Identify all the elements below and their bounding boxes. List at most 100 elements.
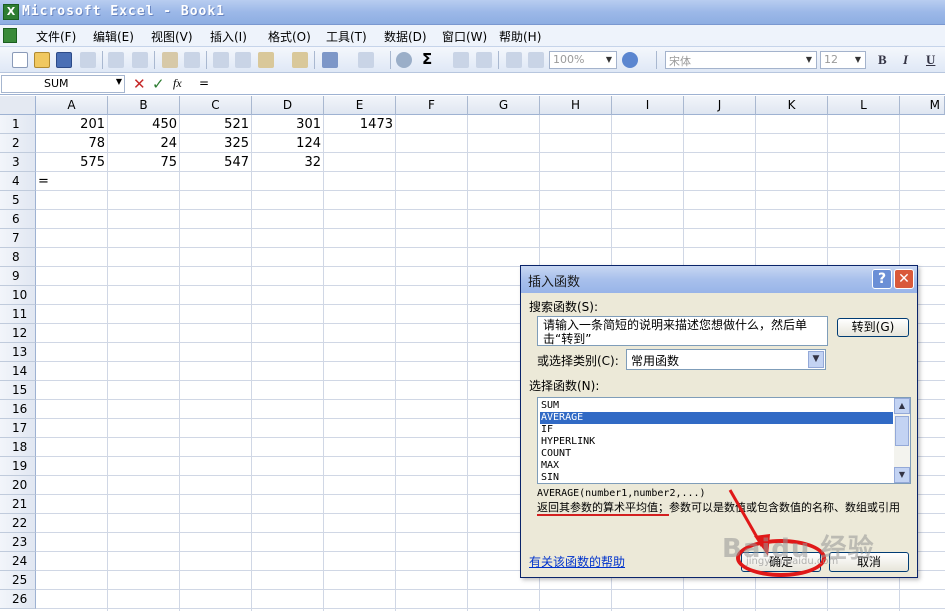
cell-a4[interactable]: = xyxy=(36,172,108,191)
column-header[interactable]: H xyxy=(540,96,612,115)
row-header[interactable]: 25 xyxy=(0,571,36,590)
menu-file[interactable]: 文件(F) xyxy=(36,28,76,45)
row-header[interactable]: 24 xyxy=(0,552,36,571)
row-header[interactable]: 8 xyxy=(0,248,36,267)
italic-button[interactable]: I xyxy=(903,52,908,68)
row-header[interactable]: 9 xyxy=(0,267,36,286)
column-header[interactable]: I xyxy=(612,96,684,115)
spelling-icon[interactable] xyxy=(162,52,178,68)
enter-icon[interactable]: ✓ xyxy=(152,75,165,93)
cut-icon[interactable] xyxy=(213,52,229,68)
scroll-down-icon[interactable]: ▼ xyxy=(894,467,910,483)
font-size-select[interactable]: 12 ▼ xyxy=(820,51,866,69)
cell-a2[interactable]: 78 xyxy=(36,134,108,153)
workbook-icon[interactable] xyxy=(3,28,17,43)
list-item[interactable]: SUM xyxy=(541,400,559,412)
row-header[interactable]: 19 xyxy=(0,457,36,476)
undo-icon[interactable] xyxy=(322,52,338,68)
row-header[interactable]: 7 xyxy=(0,229,36,248)
list-item[interactable]: IF xyxy=(541,424,553,436)
go-button[interactable]: 转到(G) xyxy=(837,318,909,337)
row-header[interactable]: 10 xyxy=(0,286,36,305)
column-header[interactable]: L xyxy=(828,96,900,115)
menu-format[interactable]: 格式(O) xyxy=(268,28,311,45)
row-header[interactable]: 23 xyxy=(0,533,36,552)
row-header[interactable]: 11 xyxy=(0,305,36,324)
menu-window[interactable]: 窗口(W) xyxy=(442,28,487,45)
save-icon[interactable] xyxy=(56,52,72,68)
cancel-icon[interactable]: ✕ xyxy=(133,75,146,93)
cell-c3[interactable]: 547 xyxy=(180,153,252,172)
autosum-icon[interactable]: Σ xyxy=(422,50,438,68)
list-item[interactable]: SIN xyxy=(541,472,559,484)
open-icon[interactable] xyxy=(34,52,50,68)
list-scrollbar[interactable]: ▲ ▼ xyxy=(894,398,910,483)
row-header[interactable]: 3 xyxy=(0,153,36,172)
cell-b2[interactable]: 24 xyxy=(108,134,180,153)
list-item[interactable]: MAX xyxy=(541,460,559,472)
cell-d1[interactable]: 301 xyxy=(252,115,324,134)
row-header[interactable]: 18 xyxy=(0,438,36,457)
row-header[interactable]: 16 xyxy=(0,400,36,419)
row-header[interactable]: 4 xyxy=(0,172,36,191)
cell-b3[interactable]: 75 xyxy=(108,153,180,172)
column-header[interactable]: A xyxy=(36,96,108,115)
menu-data[interactable]: 数据(D) xyxy=(384,28,427,45)
underline-button[interactable]: U xyxy=(926,52,935,68)
list-item-selected[interactable]: AVERAGE xyxy=(540,412,893,424)
cell-a3[interactable]: 575 xyxy=(36,153,108,172)
menu-view[interactable]: 视图(V) xyxy=(151,28,193,45)
list-item[interactable]: COUNT xyxy=(541,448,571,460)
row-header[interactable]: 22 xyxy=(0,514,36,533)
row-header[interactable]: 20 xyxy=(0,476,36,495)
sort-descending-icon[interactable] xyxy=(476,52,492,68)
column-header[interactable]: K xyxy=(756,96,828,115)
menu-insert[interactable]: 插入(I) xyxy=(210,28,247,45)
column-header[interactable]: M xyxy=(900,96,945,115)
paste-icon[interactable] xyxy=(258,52,274,68)
select-all-corner[interactable] xyxy=(0,96,36,115)
column-header[interactable]: J xyxy=(684,96,756,115)
row-header[interactable]: 17 xyxy=(0,419,36,438)
help-icon[interactable] xyxy=(622,52,638,68)
new-icon[interactable] xyxy=(12,52,28,68)
cell-e1[interactable]: 1473 xyxy=(324,115,396,134)
font-select[interactable]: 宋体 ▼ xyxy=(665,51,817,69)
dialog-title-bar[interactable]: 插入函数 ? ✕ xyxy=(521,266,917,293)
column-header[interactable]: C xyxy=(180,96,252,115)
sort-ascending-icon[interactable] xyxy=(453,52,469,68)
bold-button[interactable]: B xyxy=(878,52,887,68)
search-input[interactable]: 请输入一条简短的说明来描述您想做什么，然后单击“转到” xyxy=(537,316,828,346)
function-help-link[interactable]: 有关该函数的帮助 xyxy=(529,553,625,570)
column-header[interactable]: G xyxy=(468,96,540,115)
menu-tools[interactable]: 工具(T) xyxy=(326,28,367,45)
hyperlink-icon[interactable] xyxy=(396,52,412,68)
row-header[interactable]: 6 xyxy=(0,210,36,229)
list-item[interactable]: HYPERLINK xyxy=(541,436,595,448)
permission-icon[interactable] xyxy=(80,52,96,68)
menu-help[interactable]: 帮助(H) xyxy=(499,28,541,45)
menu-edit[interactable]: 编辑(E) xyxy=(93,28,134,45)
research-icon[interactable] xyxy=(184,52,200,68)
close-icon[interactable]: ✕ xyxy=(894,269,914,289)
row-header[interactable]: 15 xyxy=(0,381,36,400)
format-painter-icon[interactable] xyxy=(292,52,308,68)
zoom-select[interactable]: 100% ▼ xyxy=(549,51,617,69)
row-header[interactable]: 14 xyxy=(0,362,36,381)
cell-d2[interactable]: 124 xyxy=(252,134,324,153)
column-header[interactable]: D xyxy=(252,96,324,115)
row-header[interactable]: 12 xyxy=(0,324,36,343)
cell-c2[interactable]: 325 xyxy=(180,134,252,153)
row-header[interactable]: 2 xyxy=(0,134,36,153)
insert-function-icon[interactable]: fx xyxy=(173,76,182,91)
row-header[interactable]: 5 xyxy=(0,191,36,210)
print-preview-icon[interactable] xyxy=(132,52,148,68)
row-header[interactable]: 26 xyxy=(0,590,36,609)
row-header[interactable]: 21 xyxy=(0,495,36,514)
name-box[interactable]: SUM ▼ xyxy=(1,75,125,93)
function-list[interactable]: SUM AVERAGE IF HYPERLINK COUNT MAX SIN ▲… xyxy=(537,397,911,484)
column-header[interactable]: B xyxy=(108,96,180,115)
cell-a1[interactable]: 201 xyxy=(36,115,108,134)
redo-icon[interactable] xyxy=(358,52,374,68)
drawing-icon[interactable] xyxy=(528,52,544,68)
